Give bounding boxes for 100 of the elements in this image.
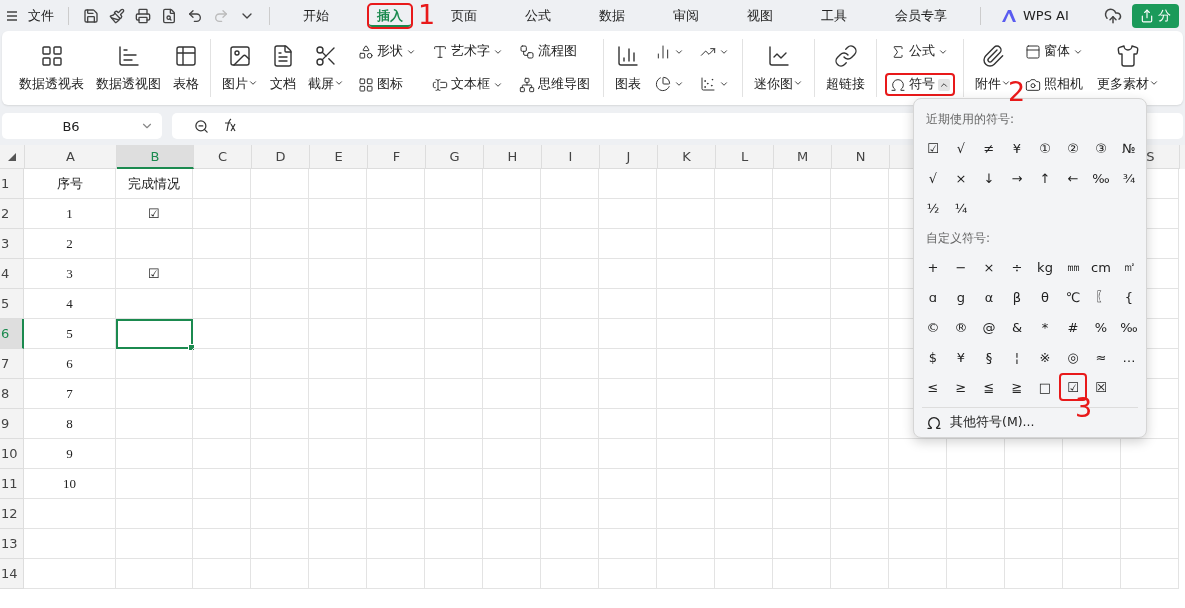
column-header[interactable]: J	[600, 145, 658, 169]
row-header[interactable]: 12	[0, 499, 24, 529]
symbol-button[interactable]: ③	[1087, 134, 1115, 162]
row-header[interactable]: 10	[0, 439, 24, 469]
ribbon-button[interactable]: 数据透视图	[93, 43, 164, 93]
row-header[interactable]: 5	[0, 289, 24, 319]
symbol-button[interactable]: ©	[919, 313, 947, 341]
symbol-button[interactable]: β	[1003, 283, 1031, 311]
symbol-button[interactable]: $	[919, 343, 947, 371]
ribbon-tab[interactable]: 数据	[589, 2, 635, 29]
undo-icon[interactable]	[187, 7, 203, 24]
ai-button[interactable]: WPS AI	[995, 7, 1075, 24]
symbol-button[interactable]: ←	[1059, 164, 1087, 192]
name-box[interactable]: B6	[2, 113, 162, 139]
symbol-button[interactable]: ɑ	[919, 283, 947, 311]
zoom-out-icon[interactable]	[194, 118, 209, 134]
symbol-button[interactable]: ¦	[1003, 343, 1031, 371]
row-header[interactable]: 14	[0, 559, 24, 589]
row-header[interactable]: 11	[0, 469, 24, 499]
symbol-button[interactable]: ¥	[1003, 134, 1031, 162]
symbol-button[interactable]: ≧	[1003, 373, 1031, 401]
ribbon-button[interactable]: 思维导图	[514, 73, 595, 96]
symbol-button[interactable]: §	[975, 343, 1003, 371]
ribbon-button[interactable]: 图表	[612, 43, 644, 93]
symbol-button[interactable]: ≥	[947, 373, 975, 401]
symbol-button[interactable]: ※	[1031, 343, 1059, 371]
symbol-button[interactable]: ≠	[975, 134, 1003, 162]
symbol-button[interactable]: ÷	[1003, 253, 1031, 281]
print-preview-icon[interactable]	[161, 7, 177, 24]
symbol-button[interactable]: □	[1031, 373, 1059, 401]
collapse-toggle[interactable]	[938, 78, 950, 91]
symbol-button[interactable]: √	[919, 164, 947, 192]
ribbon-button[interactable]: 形状	[353, 40, 421, 63]
column-header[interactable]: N	[832, 145, 890, 169]
ribbon-button[interactable]: 图标	[353, 73, 421, 96]
row-header[interactable]: 1	[0, 169, 24, 199]
ribbon-button[interactable]: 流程图	[514, 40, 595, 63]
ribbon-tab[interactable]: 工具	[811, 2, 857, 29]
ribbon-button[interactable]: 迷你图	[751, 43, 806, 93]
symbol-button[interactable]: ②	[1059, 134, 1087, 162]
column-header[interactable]: F	[368, 145, 426, 169]
symbol-button[interactable]: ≦	[975, 373, 1003, 401]
row-header[interactable]: 13	[0, 529, 24, 559]
symbol-button[interactable]: ①	[1031, 134, 1059, 162]
column-header[interactable]: E	[310, 145, 368, 169]
column-header[interactable]: H	[484, 145, 542, 169]
symbol-button[interactable]: %	[1087, 313, 1115, 341]
symbol-button[interactable]: ↑	[1031, 164, 1059, 192]
ribbon-tab[interactable]: 公式	[515, 2, 561, 29]
ribbon-button[interactable]: 更多素材	[1094, 43, 1162, 93]
symbol-button[interactable]: ≈	[1087, 343, 1115, 371]
ribbon-button[interactable]: 窗体	[1020, 40, 1088, 63]
symbol-button[interactable]: ≤	[919, 373, 947, 401]
share-button[interactable]: 分	[1132, 3, 1179, 28]
symbol-button[interactable]: ¥	[947, 343, 975, 371]
ribbon-tab[interactable]: 插入	[367, 2, 413, 29]
symbol-button[interactable]: ◎	[1059, 343, 1087, 371]
column-header[interactable]: G	[426, 145, 484, 169]
column-header[interactable]: D	[252, 145, 310, 169]
symbol-button[interactable]: ½	[919, 194, 947, 222]
symbol-button[interactable]: →	[1003, 164, 1031, 192]
row-header[interactable]: 2	[0, 199, 24, 229]
brush-icon[interactable]	[109, 7, 125, 24]
symbol-button[interactable]: @	[975, 313, 1003, 341]
column-header[interactable]: L	[716, 145, 774, 169]
symbol-button[interactable]: g	[947, 283, 975, 311]
symbol-button[interactable]: θ	[1031, 283, 1059, 311]
symbol-button[interactable]: ㎡	[1115, 253, 1143, 281]
save-icon[interactable]	[83, 7, 99, 24]
symbol-button[interactable]: √	[947, 134, 975, 162]
symbol-button[interactable]: ℃	[1059, 283, 1087, 311]
ribbon-tab[interactable]: 会员专享	[885, 2, 957, 29]
row-header[interactable]: 4	[0, 259, 24, 289]
symbol-button[interactable]: ¼	[947, 194, 975, 222]
ribbon-button[interactable]: 表格	[170, 43, 202, 93]
ribbon-button[interactable]: 图片	[219, 43, 261, 93]
menu-icon[interactable]	[6, 9, 18, 22]
file-menu[interactable]: 文件	[28, 6, 54, 25]
symbol-button[interactable]: ↓	[975, 164, 1003, 192]
symbol-button[interactable]: ㎜	[1059, 253, 1087, 281]
column-header[interactable]: I	[542, 145, 600, 169]
symbol-button[interactable]: #	[1059, 313, 1087, 341]
column-header[interactable]: K	[658, 145, 716, 169]
ribbon-button[interactable]: 文档	[267, 43, 299, 93]
symbol-button[interactable]: cm	[1087, 253, 1115, 281]
ribbon-button[interactable]: 数据透视表	[16, 43, 87, 93]
ribbon-tab[interactable]: 开始	[293, 2, 339, 29]
ribbon-button[interactable]: 文本框	[427, 73, 508, 96]
symbol-button[interactable]: {	[1115, 283, 1143, 311]
symbol-button[interactable]: ‰	[1087, 164, 1115, 192]
row-header[interactable]: 7	[0, 349, 24, 379]
symbol-button[interactable]: +	[919, 253, 947, 281]
symbol-button[interactable]: ®	[947, 313, 975, 341]
column-header[interactable]: C	[194, 145, 252, 169]
symbol-button[interactable]: ×	[947, 164, 975, 192]
symbol-button[interactable]: …	[1115, 343, 1143, 371]
ribbon-button[interactable]: 超链接	[823, 43, 868, 93]
symbol-button[interactable]: ‰	[1115, 313, 1143, 341]
row-header[interactable]: 8	[0, 379, 24, 409]
symbol-button[interactable]: α	[975, 283, 1003, 311]
